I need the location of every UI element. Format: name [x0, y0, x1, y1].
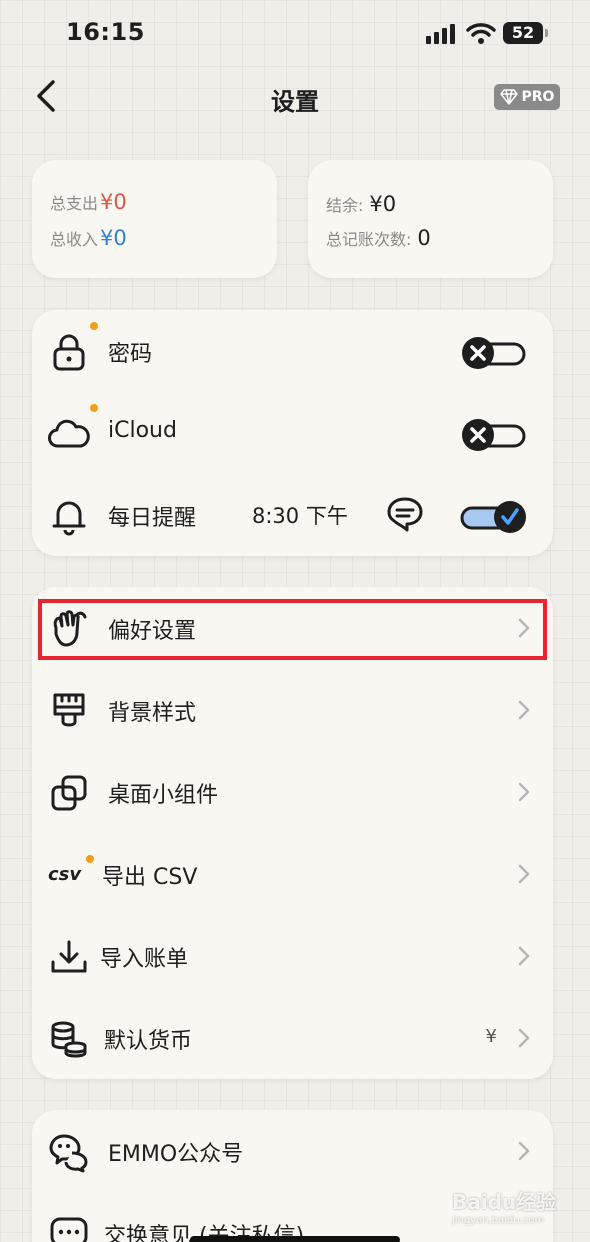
wechat-icon: [48, 1131, 90, 1173]
password-label: 密码: [108, 342, 153, 367]
coins-icon: [48, 1018, 90, 1060]
widgets-label: 桌面小组件: [108, 783, 219, 808]
total-income-value: ¥0: [100, 226, 127, 250]
stats-card-totals: 总支出 ¥0 总收入 ¥0: [32, 160, 277, 278]
battery-icon: 52: [503, 22, 548, 44]
icloud-toggle[interactable]: [460, 414, 528, 456]
lock-icon: [48, 331, 90, 373]
baidu-watermark: Baidu经验 jingyan.baidu.com: [452, 1186, 572, 1230]
diamond-icon: [499, 89, 518, 105]
menu-item-import-bills[interactable]: 导入账单: [32, 915, 553, 997]
message-icon: [48, 1213, 90, 1242]
signal-icon: [426, 24, 455, 44]
default-currency-value: ¥: [485, 1026, 497, 1047]
import-bills-label: 导入账单: [100, 947, 189, 972]
daily-reminder-label: 每日提醒: [108, 506, 197, 531]
background-style-label: 背景样式: [108, 701, 197, 726]
pro-badge[interactable]: PRO: [494, 84, 560, 110]
highlight-box: [38, 599, 547, 660]
chevron-right-icon: [518, 782, 530, 802]
home-indicator: [190, 1236, 400, 1242]
new-dot: [90, 404, 98, 412]
brush-icon: [48, 690, 90, 732]
cloud-icon: [48, 413, 90, 455]
csv-icon: csv: [48, 854, 90, 896]
record-count-value: 0: [417, 226, 431, 250]
watermark-sub: jingyan.baidu.com: [452, 1215, 545, 1226]
new-dot: [90, 322, 98, 330]
chevron-right-icon: [518, 1028, 530, 1048]
balance-label: 结余:: [326, 196, 364, 215]
record-count-label: 总记账次数:: [326, 230, 412, 249]
status-time: 16:15: [66, 18, 145, 46]
daily-reminder-toggle[interactable]: [460, 496, 528, 538]
download-icon: [48, 936, 90, 978]
csv-icon-text: csv: [48, 864, 82, 885]
chevron-right-icon: [518, 864, 530, 884]
export-csv-label: 导出 CSV: [102, 865, 198, 890]
password-toggle[interactable]: [460, 332, 528, 374]
menu-item-default-currency[interactable]: 默认货币 ¥: [32, 997, 553, 1079]
total-expense-value: ¥0: [100, 190, 127, 214]
menu-item-background-style[interactable]: 背景样式: [32, 669, 553, 751]
balance-value: ¥0: [369, 192, 397, 216]
stats-card-balance: 结余: ¥0 总记账次数: 0: [308, 160, 553, 278]
chevron-right-icon: [518, 1141, 530, 1161]
new-dot: [86, 855, 94, 863]
pro-badge-label: PRO: [521, 89, 555, 105]
watermark-text: Baidu经验: [452, 1190, 557, 1214]
menu-card: 偏好设置 背景样式 桌面小组件 csv 导出 CSV 导入账单 默认货币 ¥: [32, 587, 553, 1079]
reminder-time[interactable]: 8:30 下午: [252, 500, 348, 530]
menu-item-export-csv[interactable]: csv 导出 CSV: [32, 833, 553, 915]
chevron-right-icon: [518, 700, 530, 720]
emmo-official-label: EMMO公众号: [108, 1142, 244, 1167]
default-currency-label: 默认货币: [104, 1029, 193, 1054]
chevron-right-icon: [518, 946, 530, 966]
status-bar: 16:15 52: [0, 0, 590, 66]
icloud-label: iCloud: [108, 418, 177, 443]
bell-icon: [48, 495, 90, 537]
widget-icon: [48, 772, 90, 814]
wifi-icon: [466, 23, 496, 44]
menu-item-emmo-official[interactable]: EMMO公众号: [32, 1110, 553, 1192]
total-income-label: 总收入: [50, 230, 99, 249]
setting-row-daily-reminder[interactable]: 每日提醒 8:30 下午: [32, 474, 553, 556]
menu-item-widgets[interactable]: 桌面小组件: [32, 751, 553, 833]
message-bubble-icon[interactable]: [385, 494, 425, 534]
toggle-settings-card: 密码 iCloud 每日提醒 8:30 下午: [32, 310, 553, 556]
setting-row-password[interactable]: 密码: [32, 310, 553, 392]
setting-row-icloud[interactable]: iCloud: [32, 392, 553, 474]
total-expense-label: 总支出: [50, 194, 99, 213]
